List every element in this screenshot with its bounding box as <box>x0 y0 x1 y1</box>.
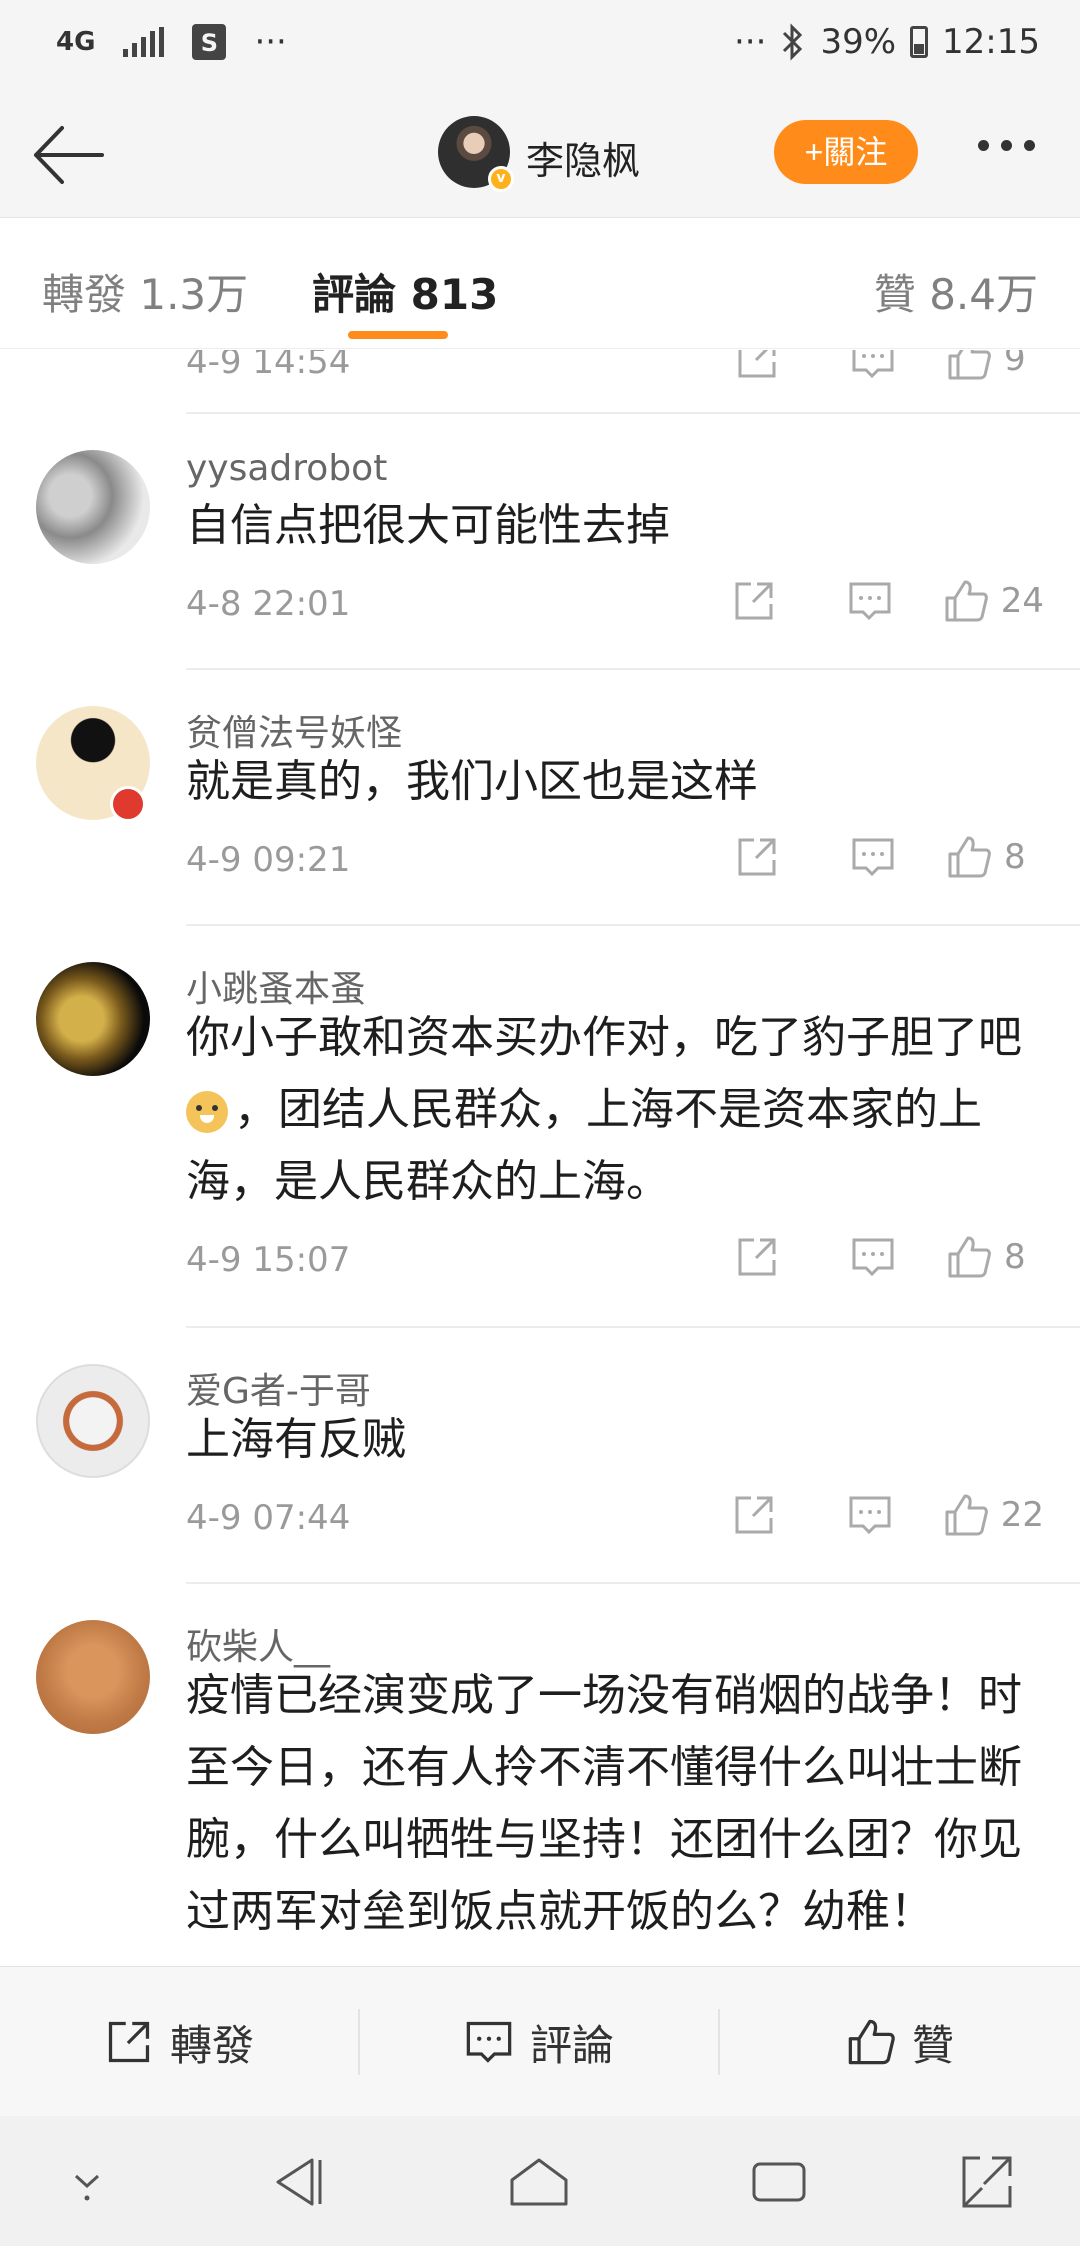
comment-time: 4-9 15:07 <box>186 1240 351 1280</box>
comment-actions: 24 <box>731 578 1044 624</box>
repost-icon[interactable] <box>731 578 777 624</box>
comment-divider <box>186 1326 1080 1328</box>
like-count: 24 <box>1000 581 1044 621</box>
comment-text-line: 过两军对垒到饭点就开饭的么？幼稚！ <box>186 1886 934 1937</box>
network-type: 4G <box>56 27 96 57</box>
status-left: 4G S ··· <box>56 22 287 62</box>
follow-button[interactable]: +關注 <box>774 120 918 184</box>
comment-list: 4-9 14:54 9 yysadrobot 自信点把很大可能性去掉 4-8 2… <box>0 350 1080 1966</box>
status-more-left: ··· <box>254 22 287 62</box>
like-icon[interactable] <box>946 350 992 382</box>
active-tab-indicator <box>348 331 448 339</box>
nav-fullscreen-icon[interactable] <box>952 2150 1022 2214</box>
comment-actions: 9 <box>734 350 1044 382</box>
commenter-avatar[interactable] <box>36 962 150 1076</box>
hide-keyboard-icon[interactable] <box>52 2150 122 2214</box>
comment-text: 你小子敢和资本买办作对，吃了豹子胆了吧 ，团结人民群众，上海不是资本家的上 海，… <box>186 1002 1046 1218</box>
member-badge-icon <box>110 786 146 822</box>
comment-text: 就是真的，我们小区也是这样 <box>186 756 758 807</box>
like-icon[interactable] <box>943 1492 989 1538</box>
verified-badge-icon: v <box>488 166 514 192</box>
like-icon[interactable] <box>946 1234 992 1280</box>
like-count: 9 <box>1004 350 1026 379</box>
commenter-name[interactable]: yysadrobot <box>186 448 387 489</box>
commenter-avatar[interactable] <box>36 1620 150 1734</box>
comment-text-line: 你小子敢和资本买办作对，吃了豹子胆了吧 <box>186 1012 1022 1063</box>
like-count: 8 <box>1004 837 1026 877</box>
comment-text: 自信点把很大可能性去掉 <box>186 500 670 551</box>
comment-label: 評論 <box>529 2020 614 2070</box>
signal-icon <box>123 27 165 57</box>
comment-divider <box>186 924 1080 926</box>
more-options-icon[interactable] <box>978 140 1035 151</box>
like-button[interactable]: 贊 <box>720 1967 1080 2117</box>
repost-icon <box>108 2021 150 2063</box>
comment-time: 4-8 22:01 <box>186 584 351 624</box>
comment-actions: 8 <box>734 1234 1044 1280</box>
back-arrow-icon[interactable] <box>28 122 108 188</box>
status-bar: 4G S ··· ··· 39% 12:15 <box>0 0 1080 92</box>
nav-recents-icon[interactable] <box>744 2150 814 2214</box>
battery-percent: 39% <box>820 22 897 62</box>
post-tabs: 轉發 1.3万 評論 813 贊 8.4万 <box>0 219 1080 349</box>
doge-emoji-icon <box>186 1091 228 1133</box>
reply-icon[interactable] <box>850 834 896 880</box>
comment-divider <box>186 1582 1080 1584</box>
like-count: 8 <box>1004 1237 1026 1277</box>
comment-time: 4-9 09:21 <box>186 840 351 880</box>
comment-divider <box>186 668 1080 670</box>
repost-icon[interactable] <box>734 1234 780 1280</box>
status-right: ··· 39% 12:15 <box>734 22 1040 62</box>
author-name[interactable]: 李隐枫 <box>526 130 640 185</box>
comment-actions: 22 <box>731 1492 1044 1538</box>
comment-text-line: 疫情已经演变成了一场没有硝烟的战争！时 <box>186 1670 1022 1721</box>
tab-likes[interactable]: 贊 8.4万 <box>874 261 1038 322</box>
status-more-right: ··· <box>734 22 767 62</box>
comment-time: 4-9 07:44 <box>186 1498 351 1538</box>
comment-text-segment: ，团结人民群众，上海不是资本家的上 <box>234 1084 982 1135</box>
tab-comments[interactable]: 評論 813 <box>312 261 498 322</box>
battery-icon <box>910 26 929 58</box>
bluetooth-icon <box>783 23 803 61</box>
comment-icon <box>466 2021 512 2063</box>
reply-icon[interactable] <box>850 350 896 382</box>
comment-text: 上海有反贼 <box>186 1414 406 1465</box>
like-icon <box>848 2019 895 2065</box>
like-label: 贊 <box>911 2020 954 2070</box>
comment-text-line: 腕，什么叫牺牲与坚持！还团什么团？你见 <box>186 1814 1022 1865</box>
comment-button[interactable]: 評論 <box>360 1967 718 2117</box>
repost-button[interactable]: 轉發 <box>0 1967 358 2117</box>
clock: 12:15 <box>942 22 1040 62</box>
comment-text-line: ，团结人民群众，上海不是资本家的上 <box>186 1074 1046 1146</box>
comment-actions: 8 <box>734 834 1044 880</box>
system-nav-bar <box>0 2116 1080 2246</box>
tab-repost[interactable]: 轉發 1.3万 <box>42 261 248 322</box>
reply-icon[interactable] <box>850 1234 896 1280</box>
repost-icon[interactable] <box>731 1492 777 1538</box>
nav-home-icon[interactable] <box>504 2150 574 2214</box>
commenter-avatar[interactable] <box>36 1364 150 1478</box>
reply-icon[interactable] <box>847 578 893 624</box>
store-notification-icon: S <box>192 24 227 60</box>
repost-label: 轉發 <box>169 2020 254 2070</box>
commenter-avatar[interactable] <box>36 450 150 564</box>
reply-icon[interactable] <box>847 1492 893 1538</box>
comment-text-line: 至今日，还有人拎不清不懂得什么叫壮士断 <box>186 1742 1022 1793</box>
comment-divider <box>186 412 1080 414</box>
comment-text: 疫情已经演变成了一场没有硝烟的战争！时 至今日，还有人拎不清不懂得什么叫壮士断 … <box>186 1660 1046 1948</box>
like-icon[interactable] <box>943 578 989 624</box>
app-header: v 李隐枫 +關注 <box>0 92 1080 218</box>
post-action-bar: 轉發 評論 贊 <box>0 1966 1080 2116</box>
like-count: 22 <box>1000 1495 1044 1535</box>
comment-time: 4-9 14:54 <box>186 350 351 382</box>
like-icon[interactable] <box>946 834 992 880</box>
repost-icon[interactable] <box>734 834 780 880</box>
nav-back-icon[interactable] <box>264 2150 334 2214</box>
repost-icon[interactable] <box>734 350 780 382</box>
comment-text-line: 海，是人民群众的上海。 <box>186 1156 670 1207</box>
